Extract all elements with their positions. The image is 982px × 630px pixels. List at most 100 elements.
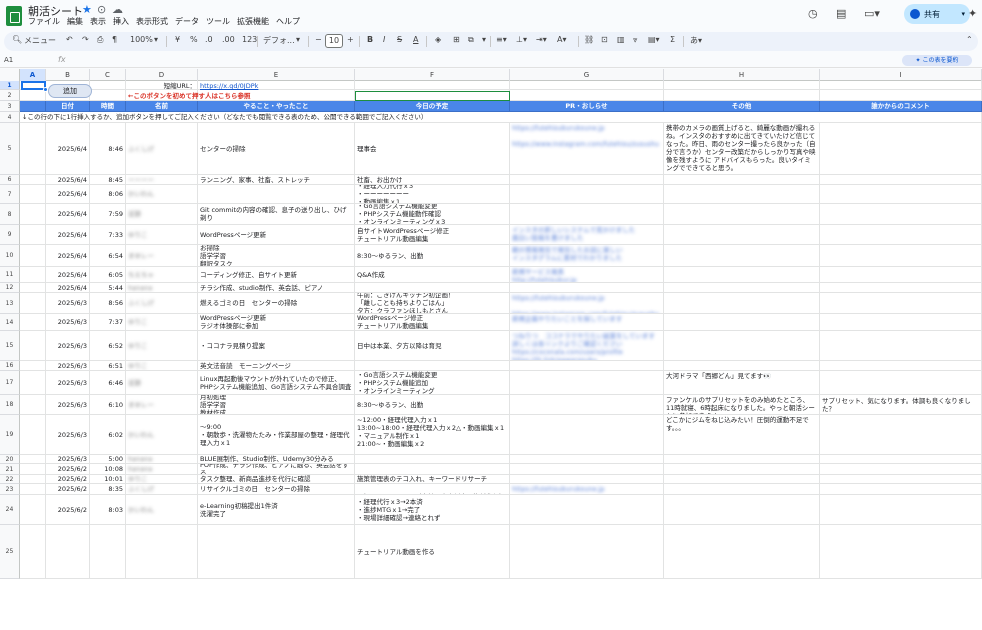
todo-cell[interactable] <box>198 525 355 579</box>
row-header[interactable]: 10 <box>0 245 20 267</box>
time-cell[interactable]: 10:01 <box>90 475 126 484</box>
grid-cell[interactable] <box>20 204 46 225</box>
grid-cell[interactable] <box>20 361 46 371</box>
borders-icon[interactable]: ⊞ <box>453 35 460 44</box>
header-cell[interactable]: PR・おしらせ <box>510 101 664 112</box>
plan-cell[interactable]: ・Go言語システム機能変更 ・PHPシステム機能動作確認 ・オンラインミーティン… <box>355 204 510 225</box>
date-cell[interactable]: 2025/6/3 <box>46 395 90 415</box>
menu-tools[interactable]: ツール <box>206 17 230 26</box>
time-cell[interactable]: 7:37 <box>90 314 126 331</box>
pr-cell[interactable]: 新規サービス発表 http://futehisubur.jp <box>510 267 664 283</box>
time-cell[interactable]: 6:51 <box>90 361 126 371</box>
comment-cell[interactable] <box>820 525 982 579</box>
select-all-corner[interactable] <box>0 69 20 81</box>
other-cell[interactable] <box>664 225 820 245</box>
date-cell[interactable]: 2025/6/3 <box>46 361 90 371</box>
date-cell[interactable]: 2025/6/3 <box>46 455 90 464</box>
other-cell[interactable] <box>664 361 820 371</box>
menu-data[interactable]: データ <box>175 17 199 26</box>
column-header-i[interactable]: I <box>820 69 982 81</box>
time-cell[interactable] <box>90 525 126 579</box>
row-header[interactable]: 16 <box>0 361 20 371</box>
other-cell[interactable] <box>664 293 820 314</box>
name-cell[interactable]: ーーーー <box>126 175 198 185</box>
header-cell[interactable]: 誰かからのコメント <box>820 101 982 112</box>
grid-cell[interactable] <box>20 245 46 267</box>
chevron-down-icon[interactable]: ▾ <box>961 10 965 18</box>
other-cell[interactable]: 携帯のカメラの画質上げると、綺麗な動画が撮れるね。インスタのおすすめに出てきてい… <box>664 123 820 175</box>
row-header[interactable]: 18 <box>0 395 20 415</box>
plan-cell[interactable]: 社会福祉協議会さんとMTG 月初のルーティーン（会計と介定例会の資料作り） <box>355 484 510 495</box>
filter-icon[interactable]: ⩔ <box>633 35 638 45</box>
todo-cell[interactable]: WordPressページ更新 ラジオ体操部に参加 <box>198 314 355 331</box>
todo-cell[interactable]: 月初処理 語学学習 教材作成 <box>198 395 355 415</box>
todo-cell[interactable]: 〜9:00 ・朝散歩・洗濯物たたみ・作業部屋の整理・経理代理入力ｘ1 <box>198 415 355 455</box>
other-cell[interactable] <box>664 185 820 204</box>
time-cell[interactable]: 6:52 <box>90 331 126 361</box>
todo-cell[interactable]: センターの掃除 <box>198 123 355 175</box>
text-color-icon[interactable]: A <box>413 35 418 44</box>
chevron-down-icon[interactable]: ▾ <box>296 35 300 44</box>
pr-cell[interactable] <box>510 361 664 371</box>
row-header[interactable]: 1 <box>0 81 20 90</box>
insert-chart-icon[interactable]: ▥ <box>617 35 625 44</box>
time-cell[interactable]: 6:02 <box>90 415 126 455</box>
name-cell[interactable]: ゆりこ <box>126 331 198 361</box>
name-cell[interactable]: hanana <box>126 455 198 464</box>
name-cell[interactable]: hanana <box>126 283 198 293</box>
date-cell[interactable]: 2025/6/4 <box>46 283 90 293</box>
sheet-grid[interactable]: ABCDEFGHI 1 2 3 4 追加 短縮URL： https://x.gd/0JDPk… <box>0 69 982 630</box>
todo-cell[interactable]: お掃除 語学学習 翻訳タスク <box>198 245 355 267</box>
name-box[interactable]: A1 <box>4 56 13 64</box>
comment-cell[interactable] <box>820 331 982 361</box>
row-header[interactable]: 2 <box>0 90 20 101</box>
pr-cell[interactable] <box>510 175 664 185</box>
other-cell[interactable] <box>664 314 820 331</box>
todo-cell[interactable]: WordPressページ更新 <box>198 225 355 245</box>
name-cell[interactable]: かいわん <box>126 415 198 455</box>
other-cell[interactable] <box>664 331 820 361</box>
todo-cell[interactable]: POP作成、チラシ作成、ピアノに触る、英会話をする <box>198 464 355 475</box>
grid-cell[interactable] <box>20 475 46 484</box>
column-header-b[interactable]: B <box>46 69 90 81</box>
redo-icon[interactable]: ↷ <box>82 35 89 44</box>
name-cell[interactable]: かいわん <box>126 185 198 204</box>
pr-cell[interactable]: インスタの新しいシステムで見かけました 面白い投稿を書けました <box>510 225 664 245</box>
other-cell[interactable] <box>664 464 820 475</box>
insert-link-icon[interactable]: ⛓ <box>584 35 594 44</box>
filter-views-icon[interactable]: ▤▾ <box>648 35 660 44</box>
pr-cell[interactable] <box>510 371 664 395</box>
italic-icon[interactable]: I <box>383 35 385 44</box>
name-cell[interactable]: ふくしげ <box>126 484 198 495</box>
print-icon[interactable]: ⎙ <box>97 35 103 45</box>
header-cell[interactable]: その他 <box>664 101 820 112</box>
comment-cell[interactable] <box>820 283 982 293</box>
todo-cell[interactable]: チラシ作成、studio制作、英会話、ピアノ <box>198 283 355 293</box>
row-header[interactable]: 13 <box>0 293 20 314</box>
row-header[interactable]: 24 <box>0 495 20 525</box>
time-cell[interactable]: 8:46 <box>90 123 126 175</box>
other-cell[interactable] <box>664 204 820 225</box>
grid-cell[interactable] <box>20 267 46 283</box>
time-cell[interactable]: 5:00 <box>90 455 126 464</box>
date-cell[interactable]: 2025/6/3 <box>46 314 90 331</box>
plan-cell[interactable] <box>355 361 510 371</box>
search-icon[interactable]: 🔍︎ <box>12 35 22 44</box>
row-header[interactable]: 20 <box>0 455 20 464</box>
pr-cell[interactable]: 新規企画やりたいことを探しています <box>510 314 664 331</box>
font-size-increase-button[interactable]: + <box>347 35 354 44</box>
time-cell[interactable]: 6:05 <box>90 267 126 283</box>
other-cell[interactable] <box>664 525 820 579</box>
comment-cell[interactable] <box>820 371 982 395</box>
grid-cell[interactable] <box>20 90 46 101</box>
todo-cell[interactable]: ・ココナラ見積り提案 <box>198 331 355 361</box>
row-header[interactable]: 3 <box>0 101 20 112</box>
comment-cell[interactable] <box>820 415 982 455</box>
date-cell[interactable]: 2025/6/2 <box>46 464 90 475</box>
time-cell[interactable]: 6:10 <box>90 395 126 415</box>
cloud-status-icon[interactable]: ☁ <box>112 3 123 16</box>
date-cell[interactable]: 2025/6/4 <box>46 123 90 175</box>
menu-view[interactable]: 表示 <box>90 17 106 26</box>
todo-cell[interactable]: 燃えるゴミの日 センターの掃除 <box>198 293 355 314</box>
font-size-decrease-button[interactable]: − <box>315 35 322 44</box>
